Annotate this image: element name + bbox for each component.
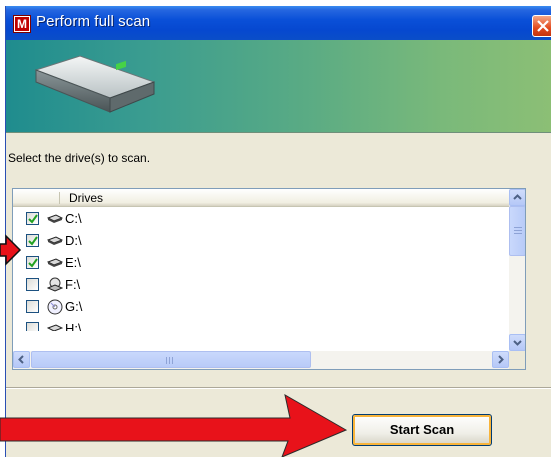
header-banner: [6, 40, 551, 133]
vertical-scroll-thumb[interactable]: [509, 206, 525, 256]
drive-checkbox[interactable]: [26, 234, 39, 247]
check-mark-icon: [28, 214, 38, 224]
column-divider: [59, 192, 60, 204]
scroll-down-button[interactable]: [509, 334, 525, 351]
hard-drive-icon: [47, 236, 63, 245]
annotation-arrow-right-icon: [0, 234, 22, 266]
drive-label: C:\: [65, 211, 82, 226]
scroll-left-button[interactable]: [13, 351, 30, 368]
drive-row-e[interactable]: E:\: [13, 253, 509, 275]
drive-checkbox[interactable]: [26, 212, 39, 225]
arrow-up-icon: [513, 194, 522, 200]
arrow-down-icon: [513, 340, 522, 346]
drive-row-d[interactable]: D:\: [13, 231, 509, 253]
scrollbar-corner: [509, 351, 525, 369]
drive-row-f[interactable]: F:\: [13, 275, 509, 297]
mcafee-logo-icon: M: [13, 15, 31, 33]
drive-row-c[interactable]: C:\: [13, 209, 509, 231]
drives-list[interactable]: Drives C:\ D:\ E:\ F:\ G:\ H:\: [12, 188, 526, 370]
check-mark-icon: [28, 236, 38, 246]
drive-checkbox[interactable]: [26, 322, 39, 331]
hard-drive-illustration-icon: [34, 55, 156, 113]
title-bar[interactable]: M Perform full scan: [6, 6, 551, 40]
drive-checkbox[interactable]: [26, 300, 39, 313]
drives-column-header[interactable]: Drives: [13, 189, 509, 207]
grip-line: [169, 357, 170, 364]
drive-label: E:\: [65, 255, 81, 270]
drive-label: H:\: [65, 321, 82, 331]
grip-line: [514, 233, 522, 234]
grip-line: [166, 357, 167, 364]
drive-label: D:\: [65, 233, 82, 248]
scroll-right-button[interactable]: [492, 351, 509, 368]
instruction-text: Select the drive(s) to scan.: [8, 151, 151, 165]
drive-label: G:\: [65, 299, 83, 314]
grip-line: [514, 230, 522, 231]
cd-drive-icon: [47, 299, 63, 315]
scroll-up-button[interactable]: [509, 189, 525, 206]
hard-drive-icon: [47, 258, 63, 267]
close-button[interactable]: [532, 15, 551, 37]
grip-line: [514, 227, 522, 228]
floppy-drive-icon: [47, 277, 63, 292]
drives-column-label: Drives: [69, 191, 104, 205]
drive-row-g[interactable]: G:\: [13, 297, 509, 319]
grip-line: [172, 357, 173, 364]
drive-label: F:\: [65, 277, 81, 292]
vertical-scrollbar[interactable]: [509, 189, 525, 351]
start-scan-button[interactable]: Start Scan: [352, 414, 492, 446]
close-icon: [537, 20, 549, 32]
drive-row-h[interactable]: H:\: [13, 319, 509, 331]
drive-checkbox[interactable]: [26, 256, 39, 269]
drive-checkbox[interactable]: [26, 278, 39, 291]
hard-drive-icon: [47, 324, 63, 331]
window-title: Perform full scan: [36, 13, 151, 30]
hard-drive-icon: [47, 214, 63, 223]
annotation-arrow-icon: [0, 394, 348, 457]
arrow-right-icon: [498, 355, 504, 364]
horizontal-scrollbar[interactable]: [13, 351, 509, 369]
arrow-left-icon: [18, 355, 24, 364]
horizontal-scroll-thumb[interactable]: [31, 351, 311, 368]
check-mark-icon: [28, 258, 38, 268]
